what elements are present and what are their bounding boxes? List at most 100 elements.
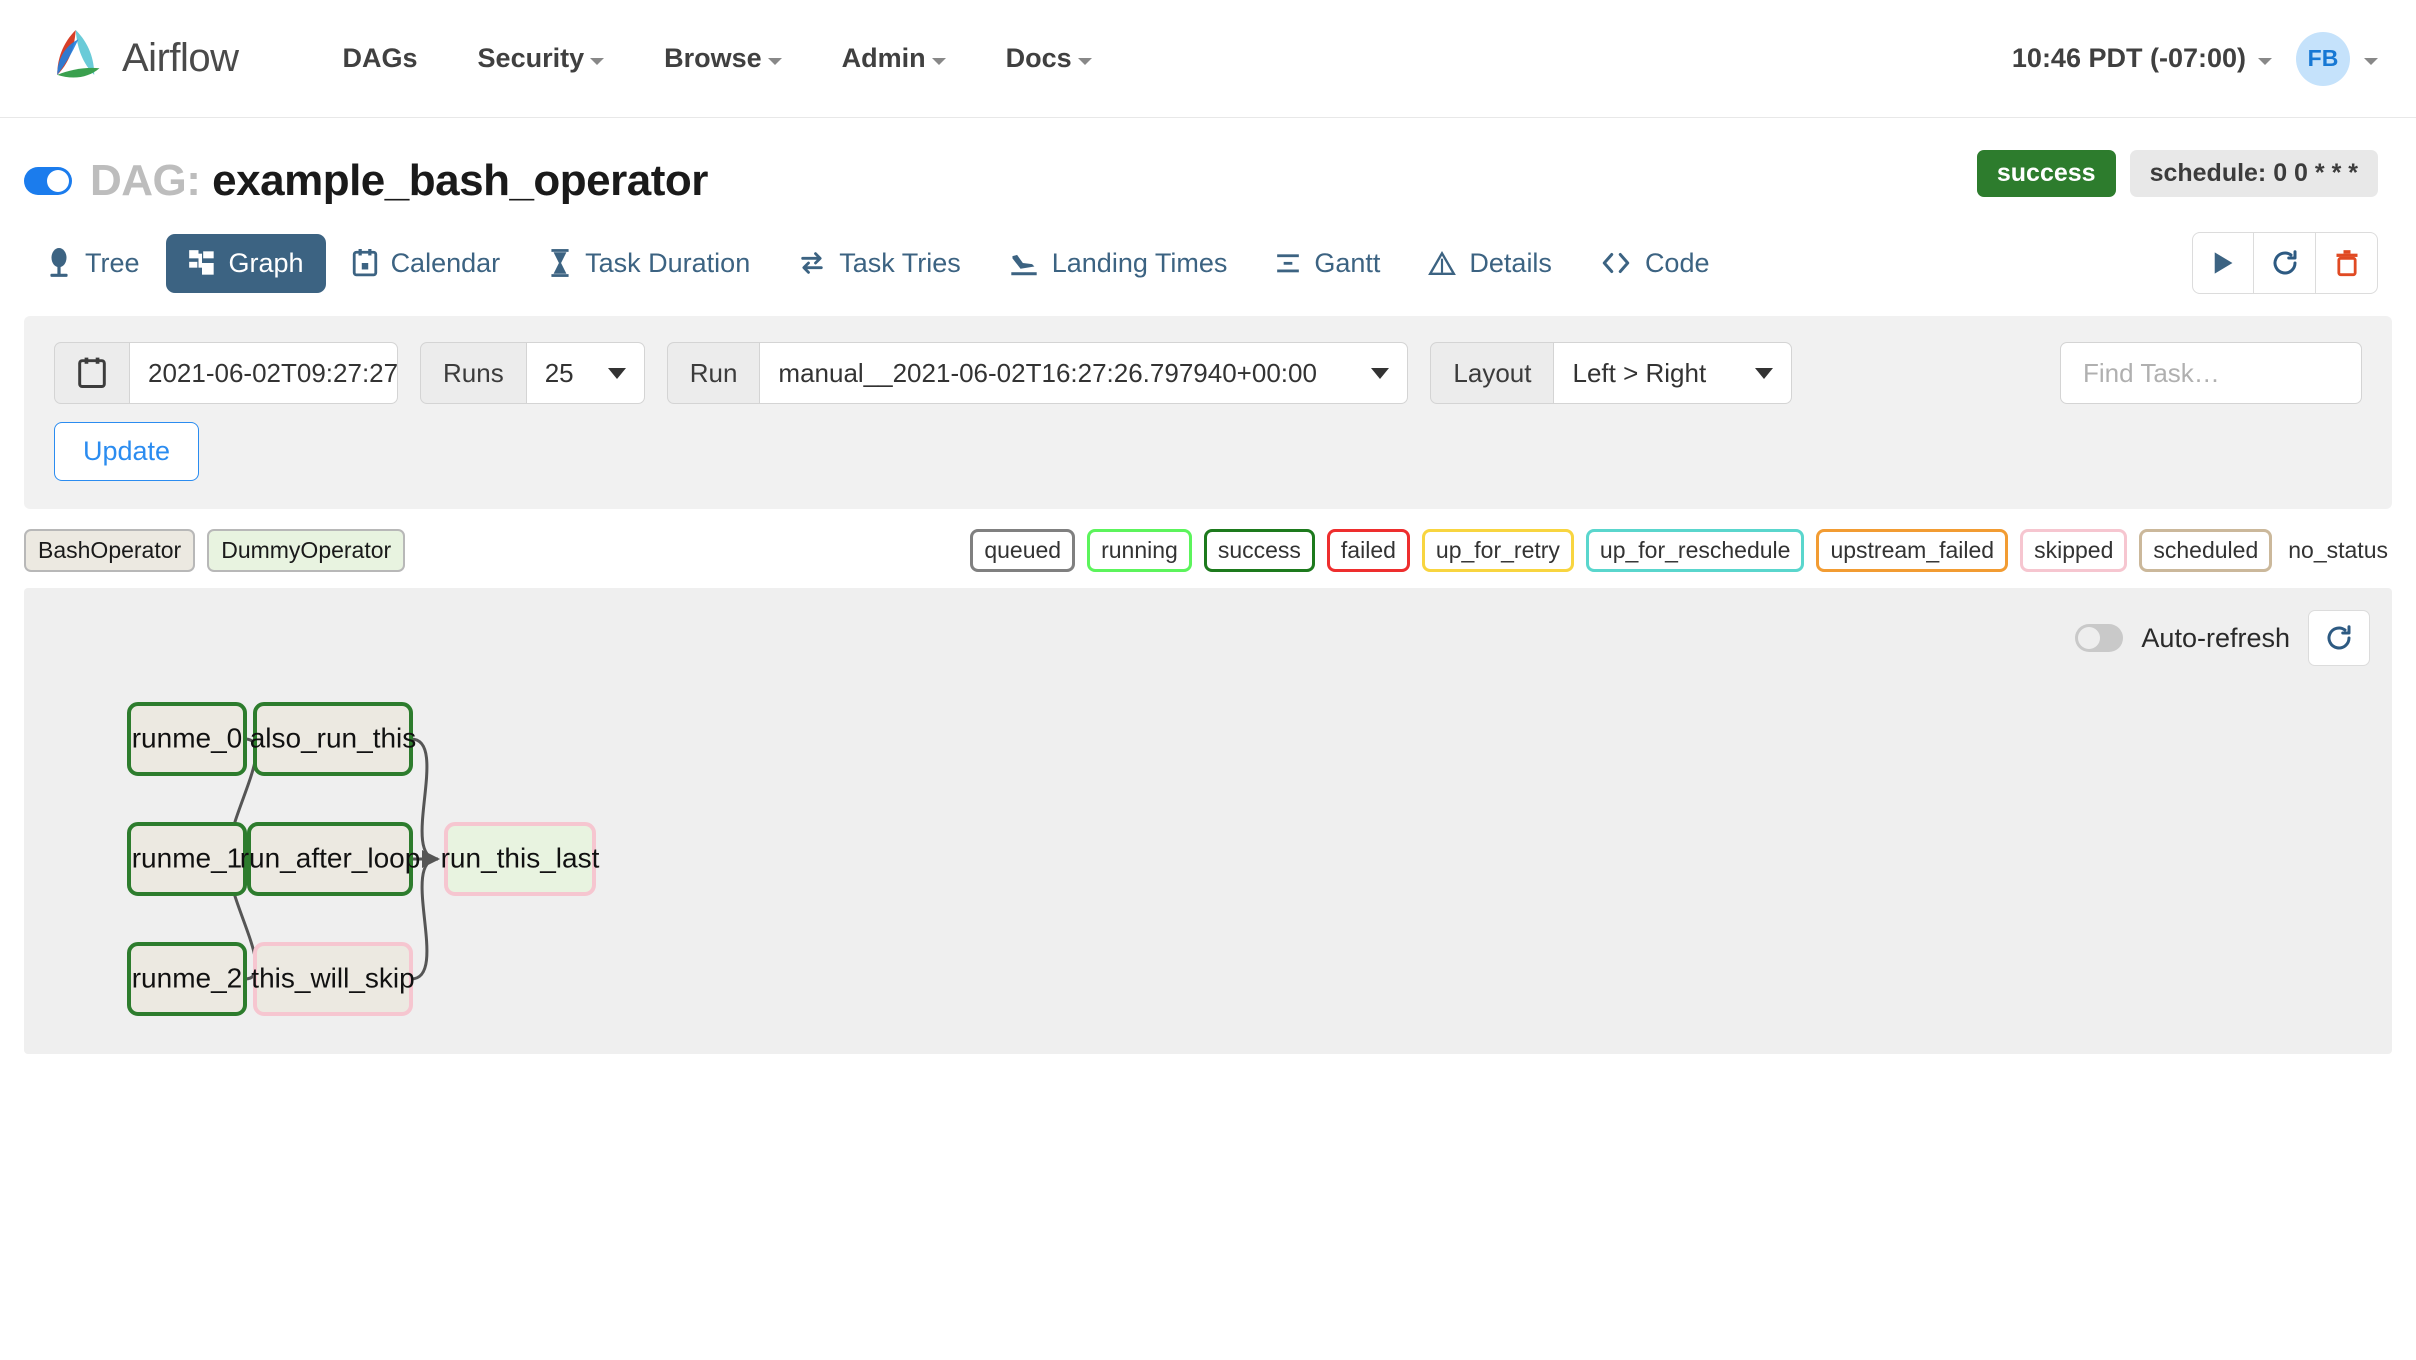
graph-node-also_run_this[interactable]: also_run_this [250, 702, 417, 776]
status-legend-upstream-failed[interactable]: upstream_failed [1816, 529, 2009, 572]
layout-label: Layout [1430, 342, 1555, 404]
avatar: FB [2296, 31, 2350, 86]
graph-node-run_after_loop[interactable]: run_after_loop [240, 822, 421, 896]
layout-select[interactable]: Left > Right [1554, 342, 1793, 404]
schedule-badge[interactable]: schedule: 0 0 * * * [2129, 150, 2378, 197]
refresh-dag-button[interactable] [2254, 232, 2316, 294]
nav-label: Docs [1005, 43, 1072, 73]
status-legend-skipped[interactable]: skipped [2020, 529, 2128, 572]
dag-run-select[interactable]: manual__2021-06-02T16:27:26.797940+00:00 [760, 342, 1409, 404]
chevron-down-icon [2364, 58, 2378, 65]
graph-node-run_this_last[interactable]: run_this_last [441, 822, 600, 896]
dag-graph-panel: Auto-refresh runme_0 also_run_this runme_1… [24, 588, 2392, 1054]
tab-details[interactable]: Details [1406, 234, 1574, 293]
num-runs-select[interactable]: 25 [526, 342, 645, 404]
nav-item-security[interactable]: Security [448, 33, 635, 84]
execution-date-group: 2021-06-02T09:27:27-0 [54, 342, 398, 404]
execution-date-input[interactable]: 2021-06-02T09:27:27-0 [130, 342, 398, 404]
status-legend: queued running success failed up_for_ret… [970, 529, 2392, 572]
calendar-icon [352, 249, 377, 277]
graph-node-this_will_skip[interactable]: this_will_skip [251, 942, 415, 1016]
dag-action-buttons [2192, 232, 2378, 294]
operator-legend: BashOperator DummyOperator [24, 529, 406, 572]
node-label: run_after_loop [240, 842, 421, 873]
status-legend-success[interactable]: success [1203, 529, 1315, 572]
tab-label: Code [1644, 247, 1710, 278]
graph-node-runme_1[interactable]: runme_1 [127, 822, 247, 896]
tab-calendar[interactable]: Calendar [330, 234, 523, 293]
status-legend-failed[interactable]: failed [1326, 529, 1410, 572]
tab-landing-times[interactable]: Landing Times [987, 234, 1250, 293]
dag-header: DAG: example_bash_operator success sched… [0, 118, 2416, 206]
chevron-down-icon [931, 58, 946, 65]
user-menu[interactable]: FB [2296, 31, 2378, 86]
tab-label: Tree [85, 247, 140, 278]
runs-label: Runs [420, 342, 527, 404]
timezone-selector[interactable]: 10:46 PDT (-07:00) [2012, 43, 2272, 74]
nav-item-browse[interactable]: Browse [634, 33, 812, 84]
refresh-icon [2273, 250, 2296, 275]
graph-node-runme_0[interactable]: runme_0 [127, 702, 247, 776]
tab-gantt[interactable]: Gantt [1253, 234, 1402, 293]
play-icon [2214, 252, 2233, 274]
calendar-icon [78, 357, 106, 389]
find-task-input[interactable]: Find Task… [2060, 342, 2362, 404]
status-legend-scheduled[interactable]: scheduled [2139, 529, 2273, 572]
dag-pause-toggle[interactable] [24, 167, 72, 195]
graph-nodes: runme_0 also_run_this runme_1run_after_loo… [127, 702, 600, 1016]
brand-logo-link[interactable]: Airflow [48, 26, 239, 92]
chevron-down-icon [607, 367, 626, 379]
page-title: DAG: example_bash_operator [90, 156, 708, 206]
graph-icon [188, 250, 214, 275]
top-navbar: Airflow DAGs Security Browse Admin Docs … [0, 0, 2416, 118]
graph-node-runme_2[interactable]: runme_2 [127, 942, 247, 1016]
nav-item-admin[interactable]: Admin [812, 33, 976, 84]
trigger-dag-button[interactable] [2192, 232, 2254, 294]
operator-badge-bashoperator[interactable]: BashOperator [24, 529, 196, 572]
filter-controls: 2021-06-02T09:27:27-0 Runs 25 Run manual… [54, 342, 2362, 404]
tab-code[interactable]: Code [1578, 234, 1732, 293]
tab-label: Task Tries [839, 247, 961, 278]
num-runs-value: 25 [544, 357, 574, 388]
run-group: Run manual__2021-06-02T16:27:26.797940+0… [666, 342, 1409, 404]
operator-badge-dummyoperator[interactable]: DummyOperator [207, 529, 406, 572]
tab-task-duration[interactable]: Task Duration [526, 234, 772, 293]
calendar-button[interactable] [54, 342, 130, 404]
nav-label: DAGs [342, 43, 418, 73]
status-legend-up-for-reschedule[interactable]: up_for_reschedule [1585, 529, 1805, 572]
status-legend-no-status[interactable]: no_status [2284, 532, 2392, 569]
status-legend-queued[interactable]: queued [970, 529, 1076, 572]
nav-item-docs[interactable]: Docs [976, 33, 1122, 84]
chevron-down-icon [2258, 58, 2272, 65]
dag-view-tabs: Tree Graph Calendar Task Duration Task T… [0, 206, 2416, 316]
plane-landing-icon [1011, 254, 1037, 276]
update-button[interactable]: Update [54, 422, 200, 481]
nav-label: Security [477, 43, 585, 73]
run-label: Run [666, 342, 761, 404]
status-legend-up-for-retry[interactable]: up_for_retry [1421, 529, 1574, 572]
legend-row: BashOperator DummyOperator queued runnin… [0, 509, 2416, 588]
nav-item-dags[interactable]: DAGs [313, 33, 448, 84]
nav-label: Browse [664, 43, 762, 73]
warning-triangle-icon [1428, 250, 1457, 275]
delete-dag-button[interactable] [2316, 232, 2378, 294]
gantt-icon [1277, 254, 1300, 273]
chevron-down-icon [1077, 58, 1092, 65]
airflow-pinwheel-icon [57, 29, 100, 78]
status-badge: success [1976, 150, 2116, 197]
trash-icon [2336, 250, 2357, 277]
graph-edge [410, 737, 440, 868]
chevron-down-icon [1755, 367, 1774, 379]
dag-graph-canvas[interactable]: runme_0 also_run_this runme_1run_after_loo… [24, 588, 2392, 1054]
runs-group: Runs 25 [420, 342, 645, 404]
tab-label: Task Duration [585, 247, 751, 278]
tab-label: Calendar [390, 247, 501, 278]
layout-group: Layout Left > Right [1430, 342, 1793, 404]
graph-edge [410, 850, 440, 981]
tab-tree[interactable]: Tree [24, 234, 162, 293]
tab-task-tries[interactable]: Task Tries [776, 234, 983, 293]
chevron-down-icon [1371, 367, 1390, 379]
tab-graph[interactable]: Graph [165, 233, 326, 293]
node-label: also_run_this [250, 722, 417, 753]
status-legend-running[interactable]: running [1087, 529, 1192, 572]
